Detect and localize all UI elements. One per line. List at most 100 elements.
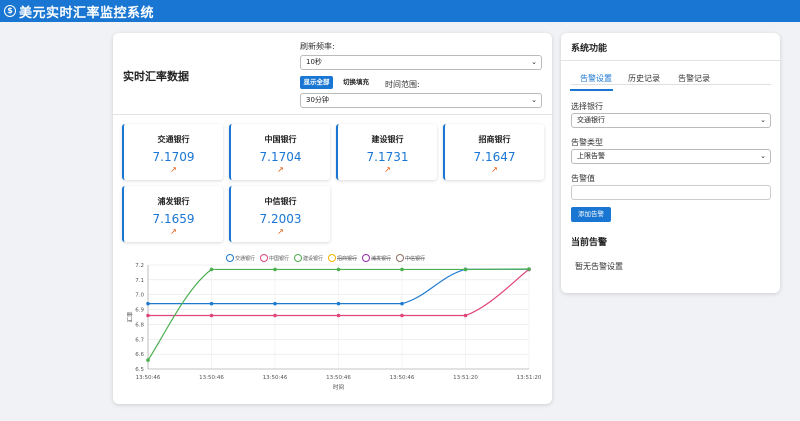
chevron-down-icon: ⌄ — [531, 96, 537, 104]
dollar-icon: $ — [4, 5, 16, 17]
legend-marker — [328, 254, 336, 262]
data-point — [400, 267, 404, 272]
divider — [113, 114, 552, 115]
active-tab-indicator — [570, 89, 613, 91]
tab-history[interactable]: 历史记录 — [628, 73, 660, 84]
refresh-label: 刷新频率: — [300, 42, 335, 51]
y-tick-label: 6.9 — [135, 308, 144, 314]
data-point — [273, 267, 277, 272]
tab-alert-log[interactable]: 告警记录 — [678, 73, 710, 84]
x-tick-label: 13:50:46 — [390, 375, 415, 381]
trend-up-icon: ↗ — [277, 165, 284, 174]
legend-label: 招商银行 — [337, 255, 357, 262]
data-point — [400, 313, 404, 318]
data-point — [209, 267, 214, 272]
refresh-select[interactable]: 10秒 ⌄ — [300, 55, 542, 70]
y-tick-label: 7.2 — [135, 263, 144, 269]
top-bar: $ 美元实时汇率监控系统 — [0, 0, 800, 22]
add-alert-button[interactable]: 添加告警 — [571, 207, 611, 222]
rate-card[interactable]: 招商银行 7.1647 ↗ — [443, 124, 544, 180]
tab-alert-settings[interactable]: 告警设置 — [580, 73, 612, 84]
rate-card[interactable]: 中信银行 7.2003 ↗ — [229, 186, 330, 242]
time-range-select[interactable]: 30分钟 ⌄ — [300, 93, 542, 108]
data-point — [209, 313, 214, 318]
trend-up-icon: ↗ — [384, 165, 391, 174]
trend-up-icon: ↗ — [491, 165, 498, 174]
trend-up-icon: ↗ — [170, 227, 177, 236]
system-functions-panel: 系统功能 告警设置 历史记录 告警记录 选择银行 交通银行 ⌄ 告警类型 上限告… — [561, 33, 780, 293]
x-tick-label: 13:50:46 — [263, 375, 288, 381]
data-point — [146, 301, 150, 306]
legend-label: 中信银行 — [405, 255, 425, 262]
data-point — [463, 267, 468, 272]
bank-label: 选择银行 — [571, 102, 603, 111]
legend-label: 交通银行 — [235, 255, 255, 262]
chevron-down-icon: ⌄ — [531, 58, 537, 66]
bank-name: 中信银行 — [264, 197, 297, 206]
legend-marker — [226, 254, 234, 262]
y-tick-label: 7.0 — [135, 293, 144, 299]
x-tick-label: 13:50:46 — [199, 375, 224, 381]
y-axis-title: 汇率 — [126, 311, 134, 323]
current-alerts-title: 当前告警 — [571, 238, 608, 248]
toggle-fill-button[interactable]: 切换填充 — [339, 76, 373, 89]
data-point — [146, 358, 150, 362]
bank-name: 中国银行 — [264, 135, 297, 144]
chevron-down-icon: ⌄ — [760, 152, 766, 160]
y-tick-label: 6.6 — [135, 352, 144, 358]
y-tick-label: 6.8 — [135, 322, 144, 328]
divider — [561, 60, 780, 61]
rate-card[interactable]: 浦发银行 7.1659 ↗ — [122, 186, 223, 242]
rate-value: 7.1704 — [259, 150, 302, 164]
bank-name: 交通银行 — [157, 135, 190, 144]
legend-label: 浦发银行 — [371, 255, 391, 262]
rate-card[interactable]: 中国银行 7.1704 ↗ — [229, 124, 330, 180]
panel-title: 实时汇率数据 — [123, 70, 189, 83]
y-tick-label: 6.5 — [135, 367, 144, 373]
y-tick-label: 7.1 — [135, 278, 144, 284]
data-point — [527, 267, 531, 271]
rate-card[interactable]: 建设银行 7.1731 ↗ — [336, 124, 437, 180]
tab-bar: 告警设置 历史记录 告警记录 — [571, 73, 771, 85]
bank-name: 招商银行 — [478, 135, 511, 144]
trend-up-icon: ↗ — [170, 165, 177, 174]
panel-title: 系统功能 — [571, 44, 608, 54]
legend-marker — [362, 254, 370, 262]
rate-value: 7.2003 — [259, 212, 302, 226]
rate-line-chart: 6.5 6.6 6.7 6.8 6.9 7.0 7.1 7.2 13:50:46 13:50:46… — [126, 254, 542, 391]
data-point — [336, 313, 341, 318]
bank-name: 浦发银行 — [157, 197, 190, 206]
data-point — [273, 313, 277, 318]
rate-card[interactable]: 交通银行 7.1709 ↗ — [122, 124, 223, 180]
bank-select[interactable]: 交通银行 ⌄ — [571, 113, 771, 128]
x-tick-label: 13:51:20 — [517, 375, 542, 381]
rate-value: 7.1709 — [152, 150, 195, 164]
data-point — [336, 267, 341, 272]
alert-type-label: 告警类型 — [571, 138, 603, 147]
legend-marker — [260, 254, 268, 262]
data-point — [273, 301, 277, 306]
rate-value: 7.1647 — [473, 150, 516, 164]
data-point — [400, 301, 404, 306]
x-tick-label: 13:50:46 — [136, 375, 161, 381]
x-tick-label: 13:51:20 — [453, 375, 478, 381]
legend-marker — [396, 254, 404, 262]
y-tick-label: 6.7 — [135, 337, 144, 343]
rate-value: 7.1659 — [152, 212, 195, 226]
rate-value: 7.1731 — [366, 150, 409, 164]
time-range-label: 时间范围: — [385, 80, 420, 89]
data-point — [463, 313, 468, 318]
data-point — [146, 313, 150, 318]
legend-label: 中国银行 — [269, 255, 289, 262]
show-all-button[interactable]: 显示全部 — [300, 76, 333, 89]
alert-type-select[interactable]: 上限告警 ⌄ — [571, 149, 771, 164]
legend-marker — [294, 254, 302, 262]
threshold-label: 告警值 — [571, 174, 595, 183]
empty-alerts-text: 暂无告警设置 — [575, 262, 623, 271]
threshold-input[interactable] — [571, 185, 771, 200]
data-point — [336, 301, 341, 306]
bank-name: 建设银行 — [371, 135, 404, 144]
x-tick-label: 13:50:46 — [326, 375, 351, 381]
x-axis-title: 时间 — [333, 383, 344, 391]
data-point — [209, 301, 214, 306]
